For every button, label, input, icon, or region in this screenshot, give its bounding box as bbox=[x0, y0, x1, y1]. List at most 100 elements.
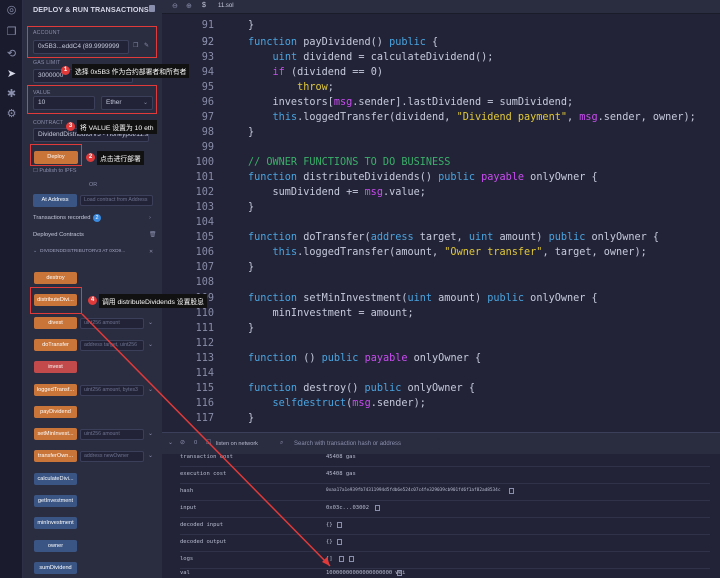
publish-ipfs-checkbox[interactable]: ☐ Publish to IPFS bbox=[33, 168, 77, 174]
code-line: 91} bbox=[201, 20, 255, 31]
copy-icon[interactable] bbox=[349, 556, 354, 562]
terminal-toolbar: ⌄ ⊘ 0 ☐ listen on network ⌕ Search with … bbox=[162, 432, 720, 454]
remix-ide: ◎ ❐ ⟲ ➤ ✱ ⚙ DEPLOY & RUN TRANSACTIONS AC… bbox=[0, 0, 720, 578]
step-1-badge: 1 bbox=[61, 66, 70, 75]
code-line: 111} bbox=[195, 323, 255, 334]
code-line: 114 bbox=[195, 368, 214, 379]
panel-menu-icon[interactable] bbox=[149, 5, 155, 12]
function-arg-input[interactable]: address newOwner bbox=[80, 451, 144, 463]
chevron-down-icon[interactable]: ⌄ bbox=[148, 341, 153, 348]
code-line: 93 uint dividend = calculateDividend(); bbox=[201, 52, 494, 63]
zoom-out-icon[interactable]: ⊖ bbox=[172, 2, 178, 10]
copy-icon[interactable] bbox=[337, 522, 342, 528]
log-row: hash 0xaa17a1e939fb74311994d5fdb6e524c07c… bbox=[162, 484, 720, 501]
code-line: 109function setMinInvestment(uint amount… bbox=[196, 293, 598, 304]
code-line: 107} bbox=[195, 262, 255, 273]
panel-title: DEPLOY & RUN TRANSACTIONS bbox=[33, 5, 149, 14]
close-icon[interactable]: ✕ bbox=[149, 249, 153, 255]
chevron-down-icon[interactable]: ⌄ bbox=[148, 430, 153, 437]
annotation-box-deploy bbox=[30, 144, 82, 166]
function-button[interactable]: transferOwn... bbox=[34, 450, 77, 463]
chevron-down-icon[interactable]: ⌄ bbox=[148, 452, 153, 459]
log-row: input 0x03c...03002 bbox=[162, 501, 720, 518]
listen-checkbox[interactable]: ☐ bbox=[206, 440, 211, 446]
search-icon: ⌕ bbox=[280, 440, 284, 446]
code-line: 95 throw; bbox=[201, 82, 334, 93]
code-line: 112 bbox=[195, 338, 214, 349]
function-button[interactable]: calculateDivi... bbox=[34, 472, 77, 485]
step-3-callout: 将 VALUE 设置为 10 eth bbox=[77, 120, 157, 134]
log-row: transaction cost 45408 gas bbox=[162, 454, 720, 467]
function-button[interactable]: invest bbox=[34, 361, 77, 374]
code-line: 104 bbox=[195, 217, 214, 228]
code-line: 117} bbox=[195, 413, 255, 424]
deployed-contracts-label: Deployed Contracts bbox=[33, 232, 84, 238]
step-4-badge: 4 bbox=[88, 296, 97, 305]
function-arg-input[interactable]: uint256 amount bbox=[80, 429, 144, 441]
remix-logo-icon[interactable]: ◎ bbox=[5, 4, 18, 17]
publish-ipfs-label: Publish to IPFS bbox=[39, 168, 77, 174]
function-arg-input[interactable]: uint256 amount bbox=[80, 317, 144, 329]
pending-count: 0 bbox=[194, 440, 198, 446]
deployed-instance-label[interactable]: DIVIDENDDISTRIBUTORV3 AT 0XD9... bbox=[40, 249, 125, 254]
function-button[interactable]: minInvestment bbox=[34, 517, 77, 530]
log-row: val 10000000000000000000 wei bbox=[180, 570, 406, 576]
clear-terminal-icon[interactable]: ⊘ bbox=[180, 440, 185, 446]
copy-icon[interactable] bbox=[397, 570, 402, 576]
code-line: 100// OWNER FUNCTIONS TO DO BUSINESS bbox=[195, 157, 451, 168]
listen-network-label: listen on network bbox=[216, 441, 258, 447]
copy-icon[interactable] bbox=[375, 505, 380, 511]
function-button[interactable]: divest bbox=[34, 316, 77, 329]
code-line: 94 if (dividend == 0) bbox=[201, 67, 383, 78]
function-button[interactable]: destroy bbox=[34, 272, 77, 284]
copy-icon[interactable] bbox=[339, 556, 344, 562]
code-line: 103} bbox=[195, 202, 255, 213]
transactions-count-badge: 2 bbox=[93, 214, 101, 222]
function-button[interactable]: setMinInvest... bbox=[34, 428, 77, 441]
chevron-right-icon[interactable]: › bbox=[149, 215, 151, 221]
collapse-terminal-icon[interactable]: ⌄ bbox=[168, 440, 173, 446]
editor-tabbar: ⊖ ⊕ $ 11.sol bbox=[162, 0, 720, 14]
code-line: 110 minInvestment = amount; bbox=[195, 308, 414, 319]
code-line: 96 investors[msg.sender].lastDividend = … bbox=[201, 97, 574, 108]
icon-rail: ◎ ❐ ⟲ ➤ ✱ ⚙ bbox=[0, 0, 23, 578]
function-arg-input[interactable]: uint256 amount, bytes3 bbox=[80, 384, 144, 396]
chevron-down-icon[interactable]: ⌄ bbox=[148, 386, 153, 393]
code-line: 116 selfdestruct(msg.sender); bbox=[195, 398, 426, 409]
copy-icon[interactable] bbox=[337, 539, 342, 545]
function-button[interactable]: getInvestment bbox=[34, 495, 77, 507]
transactions-recorded-label[interactable]: Transactions recorded bbox=[33, 215, 90, 221]
function-button[interactable]: owner bbox=[34, 539, 77, 552]
function-button[interactable]: loggedTransf... bbox=[34, 383, 77, 396]
step-3-badge: 3 bbox=[66, 122, 75, 131]
code-editor[interactable]: 91} 92 92 function payDividend() public {… bbox=[162, 14, 720, 432]
code-line: 98} bbox=[201, 127, 255, 138]
chevron-down-icon[interactable]: ⌄ bbox=[148, 319, 153, 326]
code-line: 105 function doTransfer(address target, u… bbox=[195, 232, 659, 243]
file-explorer-icon[interactable]: ❐ bbox=[5, 26, 18, 39]
function-button[interactable]: sumDividend bbox=[34, 561, 77, 574]
chevron-down-icon[interactable]: ⌄ bbox=[33, 248, 37, 254]
code-line: 102 sumDividend += msg.value; bbox=[195, 187, 426, 198]
zoom-in-icon[interactable]: ⊕ bbox=[186, 2, 192, 10]
debugger-icon[interactable]: ✱ bbox=[5, 88, 18, 101]
deploy-run-icon[interactable]: ➤ bbox=[5, 68, 18, 81]
copy-icon[interactable] bbox=[509, 488, 514, 494]
plugin-manager-icon[interactable]: ⚙ bbox=[5, 108, 18, 121]
step-4-callout: 调用 distributeDividends 设置股息 bbox=[99, 294, 207, 308]
file-tab[interactable]: 11.sol bbox=[218, 3, 234, 9]
log-row: decoded input{} bbox=[162, 518, 720, 535]
code-line: 97 this.loggedTransfer(dividend, "Divide… bbox=[201, 112, 696, 123]
or-label: OR bbox=[89, 182, 98, 188]
trash-icon[interactable]: 🗑 bbox=[149, 232, 156, 238]
compiler-icon[interactable]: ⟲ bbox=[5, 48, 18, 61]
at-address-button[interactable]: At Address bbox=[33, 194, 77, 207]
contract-label: CONTRACT bbox=[33, 120, 64, 126]
function-button[interactable]: payDividend bbox=[34, 405, 77, 418]
annotation-box-distribute bbox=[30, 287, 82, 314]
gas-limit-label: GAS LIMIT bbox=[33, 60, 61, 66]
terminal-search-input[interactable]: Search with transaction hash or address bbox=[290, 438, 440, 450]
function-button[interactable]: doTransfer bbox=[34, 338, 77, 351]
load-contract-input[interactable]: Load contract from Address bbox=[80, 195, 153, 206]
function-arg-input[interactable]: address target, uint256 bbox=[80, 339, 144, 351]
